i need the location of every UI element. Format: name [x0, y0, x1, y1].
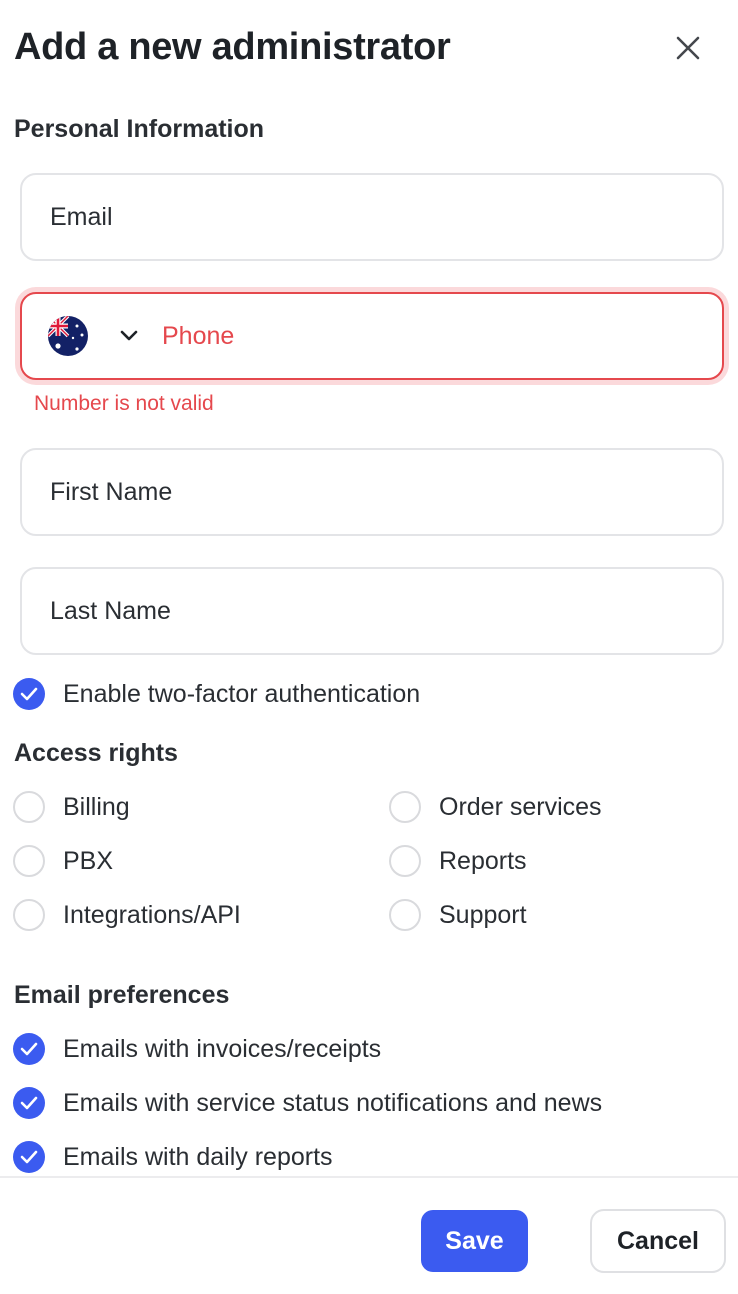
- first-name-field[interactable]: First Name: [20, 448, 724, 536]
- checkmark-icon[interactable]: [13, 1033, 45, 1065]
- checkbox-icon[interactable]: [13, 791, 45, 823]
- chevron-down-icon[interactable]: [118, 325, 140, 347]
- two-factor-label: Enable two-factor authentication: [63, 679, 421, 708]
- checkmark-icon[interactable]: [13, 678, 45, 710]
- email-preferences-heading: Email preferences: [14, 981, 230, 1009]
- phone-error-message: Number is not valid: [34, 392, 214, 415]
- email-service-status-checkbox[interactable]: Emails with service status notifications…: [13, 1087, 602, 1119]
- access-support-checkbox[interactable]: Support: [389, 899, 527, 931]
- checkbox-icon[interactable]: [13, 845, 45, 877]
- dialog-title: Add a new administrator: [14, 26, 451, 68]
- access-support-label: Support: [439, 900, 527, 929]
- two-factor-checkbox[interactable]: Enable two-factor authentication: [13, 678, 420, 710]
- access-billing-label: Billing: [63, 792, 130, 821]
- email-invoices-label: Emails with invoices/receipts: [63, 1034, 382, 1063]
- checkmark-icon[interactable]: [13, 1141, 45, 1173]
- email-placeholder: Email: [50, 202, 113, 231]
- phone-placeholder: Phone: [162, 321, 235, 350]
- checkbox-icon[interactable]: [389, 899, 421, 931]
- access-billing-checkbox[interactable]: Billing: [13, 791, 130, 823]
- close-icon: [676, 36, 700, 60]
- checkbox-icon[interactable]: [13, 899, 45, 931]
- access-integrations-checkbox[interactable]: Integrations/API: [13, 899, 241, 931]
- access-pbx-label: PBX: [63, 846, 114, 875]
- checkmark-icon[interactable]: [13, 1087, 45, 1119]
- access-pbx-checkbox[interactable]: PBX: [13, 845, 113, 877]
- email-daily-reports-checkbox[interactable]: Emails with daily reports: [13, 1141, 333, 1173]
- first-name-placeholder: First Name: [50, 477, 173, 506]
- access-reports-checkbox[interactable]: Reports: [389, 845, 527, 877]
- personal-information-heading: Personal Information: [14, 115, 265, 143]
- close-button[interactable]: [666, 26, 710, 70]
- footer-divider: [0, 1176, 738, 1178]
- access-order-services-label: Order services: [439, 792, 602, 821]
- phone-field[interactable]: Phone: [20, 292, 724, 380]
- email-service-status-label: Emails with service status notifications…: [63, 1088, 603, 1117]
- access-rights-heading: Access rights: [14, 739, 178, 767]
- access-order-services-checkbox[interactable]: Order services: [389, 791, 602, 823]
- last-name-field[interactable]: Last Name: [20, 567, 724, 655]
- email-daily-reports-label: Emails with daily reports: [63, 1142, 333, 1171]
- email-invoices-checkbox[interactable]: Emails with invoices/receipts: [13, 1033, 381, 1065]
- access-integrations-label: Integrations/API: [63, 900, 241, 929]
- email-field[interactable]: Email: [20, 173, 724, 261]
- checkbox-icon[interactable]: [389, 845, 421, 877]
- checkbox-icon[interactable]: [389, 791, 421, 823]
- cancel-button[interactable]: Cancel: [590, 1209, 726, 1273]
- access-reports-label: Reports: [439, 846, 527, 875]
- save-button[interactable]: Save: [421, 1210, 528, 1272]
- australia-flag-icon[interactable]: [48, 316, 88, 356]
- last-name-placeholder: Last Name: [50, 596, 171, 625]
